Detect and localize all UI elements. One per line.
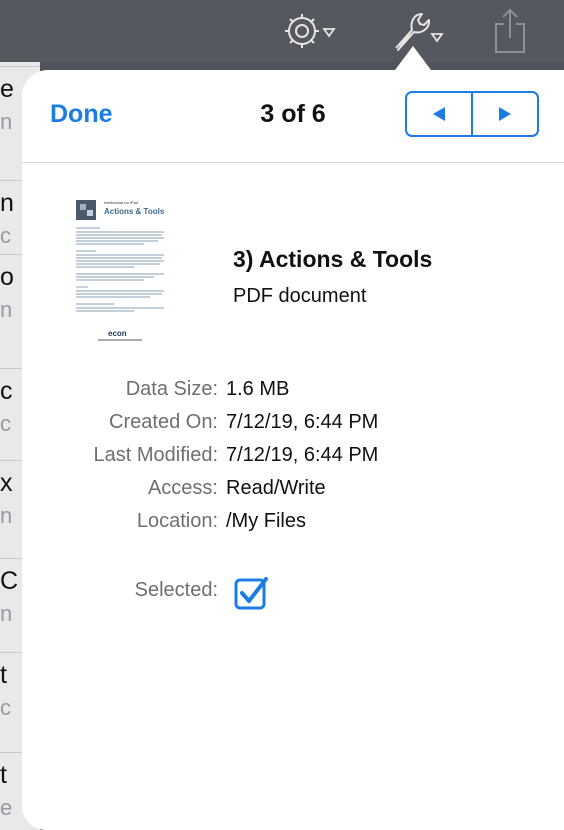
file-info-popover: Done 3 of 6 Intellectual for iPad Action… bbox=[22, 70, 564, 830]
info-value: 7/12/19, 6:44 PM bbox=[226, 444, 379, 466]
list-item-subtitle: c bbox=[0, 695, 11, 720]
info-row-access: Access: Read/Write bbox=[22, 477, 564, 507]
list-item-title: o bbox=[0, 263, 14, 291]
done-button[interactable]: Done bbox=[50, 100, 113, 129]
info-value: Read/Write bbox=[226, 477, 326, 499]
popover-arrow bbox=[395, 46, 431, 70]
list-item-subtitle: n bbox=[0, 601, 13, 626]
share-icon[interactable] bbox=[490, 8, 530, 54]
list-item-title: n bbox=[0, 189, 14, 217]
info-row-location: Location: /My Files bbox=[22, 510, 564, 540]
document-type: PDF document bbox=[233, 285, 367, 307]
document-thumbnail: Intellectual for iPad Actions & Tools ec… bbox=[74, 190, 166, 350]
thumbnail-heading: Actions & Tools bbox=[104, 207, 165, 216]
triangle-right-icon bbox=[499, 107, 511, 121]
info-value: 7/12/19, 6:44 PM bbox=[226, 411, 379, 433]
triangle-left-icon bbox=[433, 107, 445, 121]
list-item-subtitle: n bbox=[0, 109, 13, 134]
selected-label: Selected: bbox=[134, 579, 218, 601]
info-row-last-modified: Last Modified: 7/12/19, 6:44 PM bbox=[22, 444, 564, 474]
info-value: 1.6 MB bbox=[226, 378, 290, 400]
list-item-title: t bbox=[0, 761, 7, 789]
checkmark-icon bbox=[234, 577, 268, 610]
list-item-title: C bbox=[0, 567, 19, 595]
info-row-created-on: Created On: 7/12/19, 6:44 PM bbox=[22, 411, 564, 441]
list-item-title: t bbox=[0, 661, 7, 689]
list-item-title: c bbox=[0, 377, 13, 405]
list-item-title: x bbox=[0, 469, 13, 497]
info-value: /My Files bbox=[226, 510, 306, 532]
list-item-subtitle: e bbox=[0, 795, 13, 820]
selected-checkbox[interactable] bbox=[234, 576, 268, 610]
list-item-subtitle: c bbox=[0, 223, 11, 248]
info-label: Location: bbox=[136, 510, 218, 532]
info-row-data-size: Data Size: 1.6 MB bbox=[22, 378, 564, 408]
info-label: Last Modified: bbox=[93, 444, 218, 466]
list-item-subtitle: c bbox=[0, 411, 11, 436]
list-item-title: e bbox=[0, 75, 14, 103]
top-toolbar bbox=[0, 0, 564, 62]
prev-next-control bbox=[405, 91, 539, 137]
previous-button[interactable] bbox=[407, 93, 471, 135]
list-item-subtitle: n bbox=[0, 503, 13, 528]
list-item-subtitle: n bbox=[0, 297, 13, 322]
document-title: 3) Actions & Tools bbox=[233, 246, 433, 272]
thumbnail-heading-small: Intellectual for iPad bbox=[104, 200, 138, 205]
info-label: Created On: bbox=[109, 411, 218, 433]
info-row-selected: Selected: bbox=[22, 579, 564, 609]
popover-header: Done 3 of 6 bbox=[22, 70, 564, 163]
info-label: Data Size: bbox=[125, 378, 218, 400]
gear-icon[interactable] bbox=[282, 8, 340, 54]
thumbnail-logo: econ bbox=[108, 329, 127, 338]
info-label: Access: bbox=[147, 477, 218, 499]
next-button[interactable] bbox=[471, 93, 537, 135]
